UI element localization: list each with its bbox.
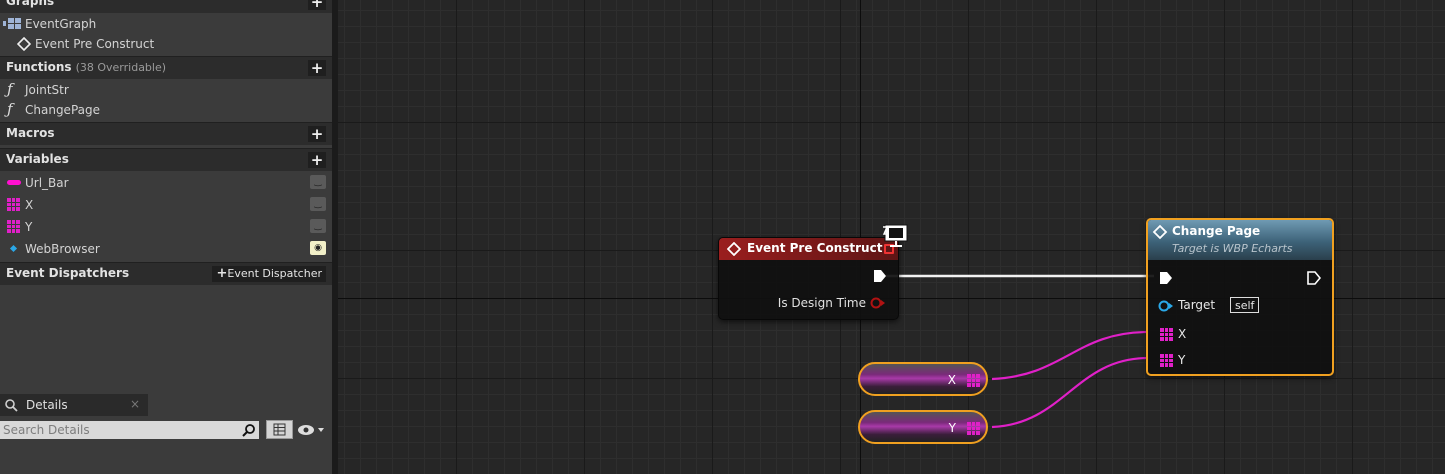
variables-section-header[interactable]: Variables + bbox=[0, 148, 332, 171]
graph-item-eventgraph[interactable]: EventGraph bbox=[0, 13, 332, 35]
function-item-label: JointStr bbox=[25, 83, 69, 97]
details-tab[interactable]: Details × bbox=[0, 394, 148, 416]
add-variable-button[interactable]: + bbox=[308, 152, 326, 168]
x-getter-label: X bbox=[947, 373, 956, 387]
add-function-button[interactable]: + bbox=[308, 60, 326, 76]
variables-title: Variables bbox=[6, 152, 69, 166]
bool-output-pin-icon[interactable] bbox=[870, 297, 886, 309]
x-pin-label: X bbox=[1178, 327, 1187, 341]
functions-overridable-count: (38 Overridable) bbox=[75, 61, 167, 74]
function-item-label: ChangePage bbox=[25, 103, 100, 117]
array-output-pin-icon[interactable] bbox=[967, 422, 980, 435]
x-variable-getter-node[interactable]: X bbox=[858, 362, 988, 396]
function-node-subtitle: Target is WBP Echarts bbox=[1172, 242, 1293, 255]
function-node-title: Change Page bbox=[1172, 224, 1261, 238]
y-pin-label: Y bbox=[1178, 353, 1186, 367]
macros-title: Macros bbox=[6, 126, 55, 140]
functions-title: Functions (38 Overridable) bbox=[6, 60, 167, 74]
y-variable-getter-node[interactable]: Y bbox=[858, 410, 988, 444]
search-details-input[interactable]: Search Details bbox=[0, 421, 259, 439]
graph-item-event-pre-construct[interactable]: Event Pre Construct bbox=[0, 33, 332, 55]
target-self-field[interactable]: self bbox=[1230, 297, 1260, 313]
visibility-eye-closed-icon[interactable]: ‿ bbox=[310, 175, 326, 189]
visibility-eye-closed-icon[interactable]: ‿ bbox=[310, 219, 326, 233]
exec-output-pin-icon[interactable] bbox=[1307, 271, 1321, 285]
functions-section-header[interactable]: Functions (38 Overridable) + bbox=[0, 56, 332, 79]
add-event-dispatcher-button[interactable]: +Event Dispatcher bbox=[212, 266, 326, 282]
variable-item-y[interactable]: Y ‿ bbox=[0, 216, 332, 238]
variable-item-webbrowser[interactable]: WebBrowser ◉ bbox=[0, 238, 332, 260]
graph-item-label: EventGraph bbox=[25, 17, 97, 31]
variable-item-label: Url_Bar bbox=[25, 176, 69, 190]
event-dispatchers-section-header[interactable]: Event Dispatchers +Event Dispatcher bbox=[0, 262, 332, 285]
search-details-placeholder: Search Details bbox=[3, 423, 90, 437]
array-grid-icon bbox=[7, 198, 20, 211]
client-only-monitor-icon bbox=[882, 224, 908, 247]
exec-output-pin-icon[interactable] bbox=[873, 269, 887, 283]
add-macro-button[interactable]: + bbox=[308, 126, 326, 142]
event-graph-icon bbox=[3, 18, 21, 29]
graphs-section-header[interactable]: Graphs + bbox=[0, 0, 332, 13]
array-grid-icon bbox=[7, 220, 20, 233]
graphs-title: Graphs bbox=[6, 0, 55, 8]
array-input-pin-icon[interactable] bbox=[1160, 354, 1173, 367]
visibility-eye-open-icon[interactable]: ◉ bbox=[310, 241, 326, 255]
variable-item-label: X bbox=[25, 198, 34, 212]
y-getter-label: Y bbox=[948, 421, 956, 435]
function-item-changepage[interactable]: ƒ ChangePage bbox=[0, 99, 332, 121]
event-node-title: Event Pre Construct bbox=[747, 241, 883, 255]
graph-item-label: Event Pre Construct bbox=[35, 37, 155, 51]
event-node-header: Event Pre Construct bbox=[719, 238, 898, 260]
event-graph-canvas[interactable]: Event Pre Construct Is Design Time Chang… bbox=[338, 0, 1445, 474]
variable-item-label: WebBrowser bbox=[25, 242, 100, 256]
event-dispatchers-title: Event Dispatchers bbox=[6, 266, 130, 280]
function-icon: ƒ bbox=[7, 100, 13, 118]
details-tab-label: Details bbox=[26, 398, 68, 412]
table-view-icon bbox=[273, 423, 286, 436]
function-node-header: Change Page Target is WBP Echarts bbox=[1148, 220, 1332, 260]
add-graph-button[interactable]: + bbox=[308, 0, 326, 10]
property-matrix-button[interactable] bbox=[266, 420, 293, 439]
change-page-node[interactable]: Change Page Target is WBP Echarts Target… bbox=[1146, 218, 1334, 376]
function-diamond-icon bbox=[1152, 224, 1168, 240]
event-diamond-icon bbox=[17, 37, 31, 51]
search-icon bbox=[242, 424, 255, 437]
target-pin-label: Target bbox=[1178, 298, 1216, 312]
is-design-time-label: Is Design Time bbox=[777, 296, 866, 310]
variable-item-x[interactable]: X ‿ bbox=[0, 194, 332, 216]
x-data-wire bbox=[991, 330, 1149, 381]
eye-view-options-icon[interactable] bbox=[297, 423, 327, 437]
exec-input-pin-icon[interactable] bbox=[1159, 271, 1173, 285]
macros-section-header[interactable]: Macros + bbox=[0, 122, 332, 145]
object-diamond-icon bbox=[9, 244, 18, 253]
my-blueprint-panel: Graphs + EventGraph Event Pre Construct … bbox=[0, 0, 332, 474]
variable-item-label: Y bbox=[25, 220, 33, 234]
search-icon bbox=[5, 399, 18, 412]
visibility-eye-closed-icon[interactable]: ‿ bbox=[310, 197, 326, 211]
string-pill-icon bbox=[7, 180, 21, 185]
function-icon: ƒ bbox=[7, 80, 13, 98]
array-input-pin-icon[interactable] bbox=[1160, 328, 1173, 341]
y-data-wire bbox=[991, 356, 1149, 429]
array-output-pin-icon[interactable] bbox=[967, 374, 980, 387]
event-pre-construct-node[interactable]: Event Pre Construct Is Design Time bbox=[718, 237, 899, 320]
event-diamond-icon bbox=[727, 242, 741, 256]
close-tab-icon[interactable]: × bbox=[130, 397, 140, 411]
variable-item-url-bar[interactable]: Url_Bar ‿ bbox=[0, 172, 332, 194]
object-input-pin-icon[interactable] bbox=[1158, 300, 1174, 312]
function-item-jointstr[interactable]: ƒ JointStr bbox=[0, 79, 332, 101]
